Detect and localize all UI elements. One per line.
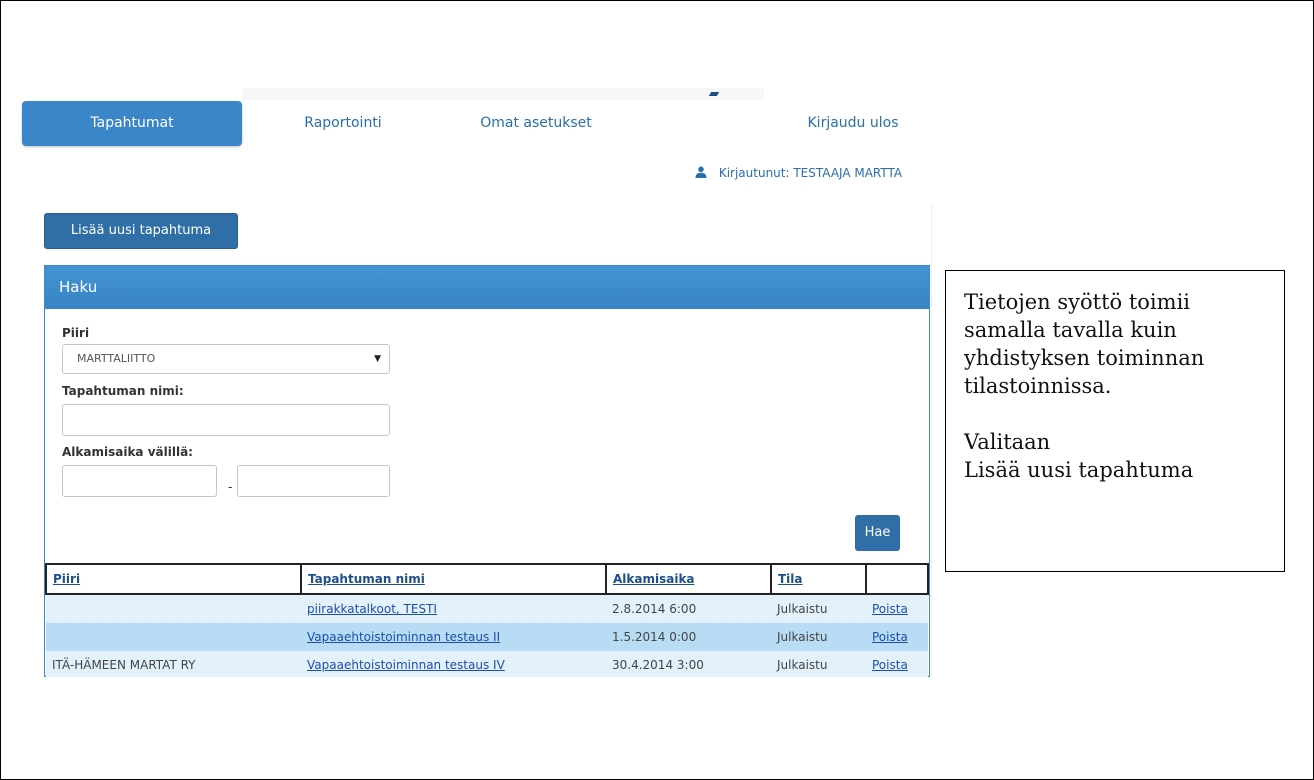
column-header-tila[interactable]: Tila — [770, 563, 867, 595]
column-header-actions — [865, 563, 929, 595]
nav-tapahtumat[interactable]: Tapahtumat — [22, 101, 242, 146]
callout-line: Tietojen syöttö toimii — [964, 290, 1190, 314]
callout-line: tilastoinnissa. — [964, 374, 1112, 398]
delete-link[interactable]: Poista — [872, 630, 908, 644]
piiri-selected-value: MARTTALIITTO — [77, 352, 156, 365]
event-name-label: Tapahtuman nimi: — [62, 384, 184, 398]
main-nav: Tapahtumat Raportointi Omat asetukset Ki… — [22, 101, 942, 146]
logo-fragment — [708, 92, 720, 96]
cell-name: Vapaaehtoistoiminnan testaus IV — [301, 651, 606, 677]
search-panel-title: Haku — [45, 266, 929, 309]
event-link[interactable]: Vapaaehtoistoiminnan testaus IV — [307, 658, 505, 672]
nav-raportointi[interactable]: Raportointi — [265, 101, 421, 146]
main-content: Lisää uusi tapahtuma Haku Piiri MARTTALI… — [38, 205, 931, 677]
add-event-button[interactable]: Lisää uusi tapahtuma — [44, 213, 238, 249]
start-date-from-input[interactable] — [62, 465, 217, 497]
cell-start: 30.4.2014 3:00 — [606, 651, 771, 677]
column-header-piiri[interactable]: Piiri — [45, 563, 302, 595]
content-divider — [931, 205, 932, 677]
cell-piiri — [46, 623, 301, 651]
cell-name: piirakkatalkoot, TESTI — [301, 594, 606, 623]
dropdown-arrow-icon: ▼ — [374, 354, 381, 364]
cell-status: Julkaistu — [771, 623, 866, 651]
table-row: Vapaaehtoistoiminnan testaus II 1.5.2014… — [46, 623, 928, 651]
cell-piiri: ITÄ-HÄMEEN MARTAT RY — [46, 651, 301, 677]
sort-piiri-link[interactable]: Piiri — [53, 572, 80, 586]
instruction-callout: Tietojen syöttö toimii samalla tavalla k… — [945, 270, 1285, 572]
results-table: Piiri Tapahtuman nimi Alkamisaika Tila p… — [45, 563, 929, 677]
cell-status: Julkaistu — [771, 651, 866, 677]
callout-spacer — [964, 400, 1266, 428]
callout-line: Valitaan — [964, 430, 1051, 454]
piiri-label: Piiri — [62, 326, 90, 340]
column-header-name[interactable]: Tapahtuman nimi — [300, 563, 607, 595]
date-range-separator: - — [228, 480, 233, 494]
callout-line: yhdistyksen toiminnan — [964, 346, 1205, 370]
cell-piiri — [46, 594, 301, 623]
cell-start: 2.8.2014 6:00 — [606, 594, 771, 623]
cell-action: Poista — [866, 594, 928, 623]
column-header-start[interactable]: Alkamisaika — [605, 563, 772, 595]
table-header-row: Piiri Tapahtuman nimi Alkamisaika Tila — [45, 563, 929, 595]
event-name-input[interactable] — [62, 404, 390, 436]
sort-start-link[interactable]: Alkamisaika — [613, 572, 695, 586]
user-icon — [695, 166, 707, 178]
cell-status: Julkaistu — [771, 594, 866, 623]
event-link[interactable]: Vapaaehtoistoiminnan testaus II — [307, 630, 500, 644]
delete-link[interactable]: Poista — [872, 602, 908, 616]
callout-line: samalla tavalla kuin — [964, 318, 1177, 342]
delete-link[interactable]: Poista — [872, 658, 908, 672]
callout-line: Lisää uusi tapahtuma — [964, 458, 1194, 482]
logged-in-label: Kirjautunut: TESTAAJA MARTTA — [718, 166, 903, 180]
sort-tila-link[interactable]: Tila — [778, 572, 803, 586]
table-row: ITÄ-HÄMEEN MARTAT RY Vapaaehtoistoiminna… — [46, 651, 928, 677]
search-button[interactable]: Hae — [855, 515, 900, 551]
cell-action: Poista — [866, 651, 928, 677]
table-row: piirakkatalkoot, TESTI 2.8.2014 6:00 Jul… — [46, 594, 928, 623]
header-strip — [242, 88, 764, 100]
nav-omat-asetukset[interactable]: Omat asetukset — [446, 101, 626, 146]
event-link[interactable]: piirakkatalkoot, TESTI — [307, 602, 437, 616]
search-panel: Haku Piiri MARTTALIITTO ▼ Tapahtuman nim… — [44, 265, 930, 677]
cell-name: Vapaaehtoistoiminnan testaus II — [301, 623, 606, 651]
piiri-select[interactable]: MARTTALIITTO ▼ — [62, 344, 390, 374]
start-date-to-input[interactable] — [237, 465, 390, 497]
cell-action: Poista — [866, 623, 928, 651]
cell-start: 1.5.2014 0:00 — [606, 623, 771, 651]
logged-in-user: Kirjautunut: TESTAAJA MARTTA — [695, 164, 902, 182]
start-range-label: Alkamisaika välillä: — [62, 445, 193, 459]
nav-kirjaudu-ulos[interactable]: Kirjaudu ulos — [778, 101, 928, 146]
sort-name-link[interactable]: Tapahtuman nimi — [308, 572, 425, 586]
